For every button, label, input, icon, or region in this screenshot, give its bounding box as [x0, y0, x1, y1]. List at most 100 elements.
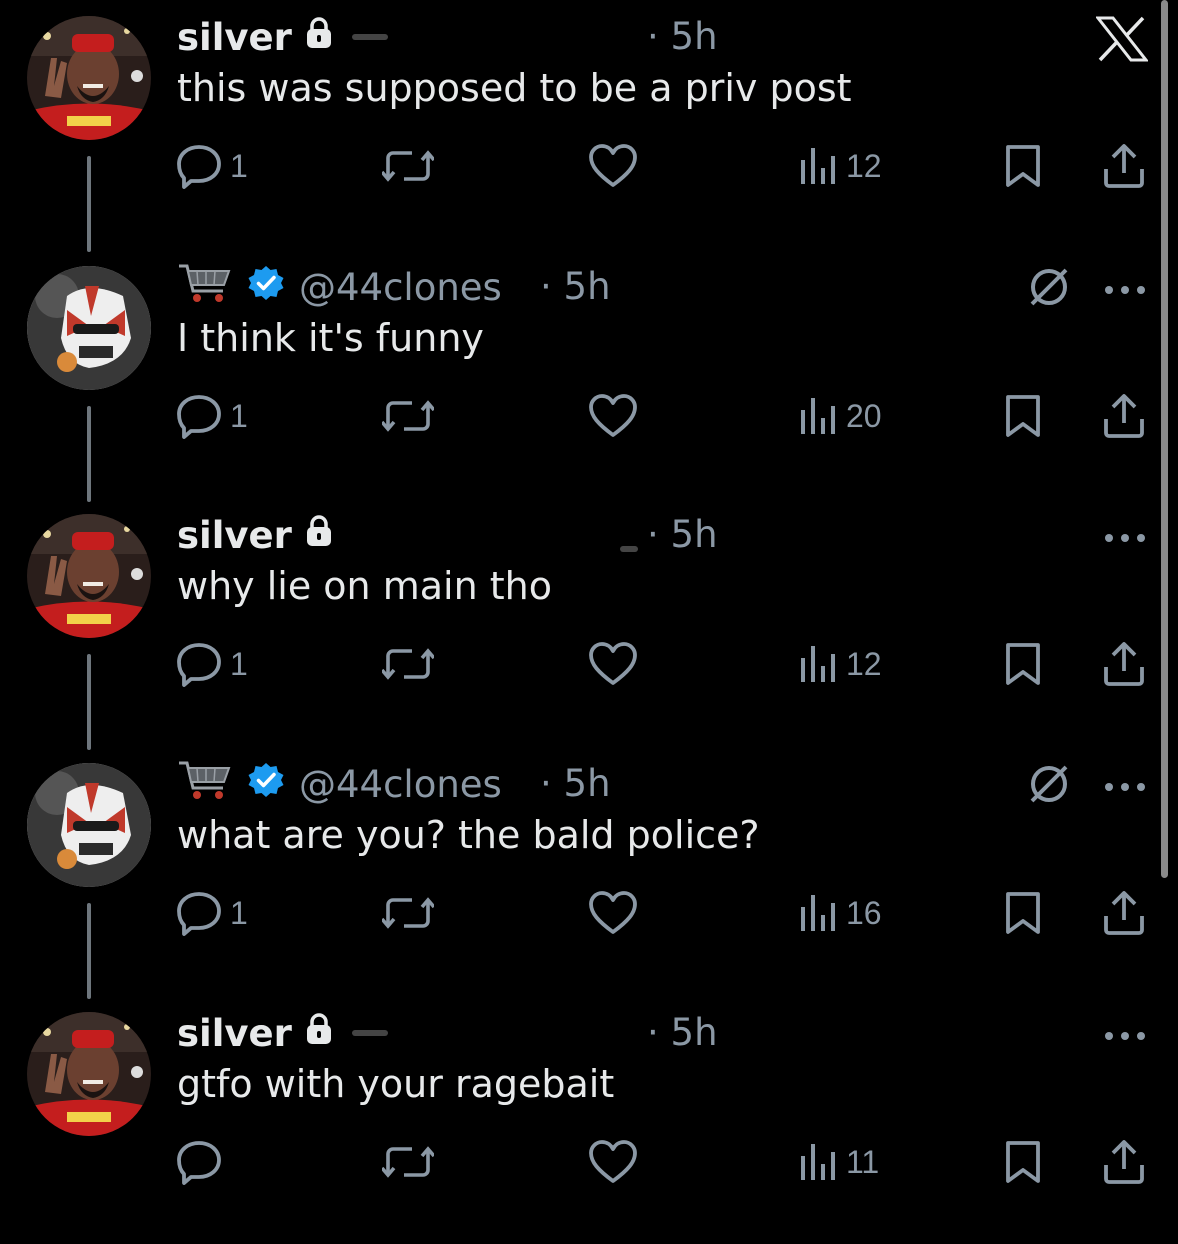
reply-count: 1 [230, 147, 248, 184]
lock-icon [304, 1012, 334, 1055]
views-button[interactable]: 11 [798, 1134, 879, 1190]
share-icon [1102, 143, 1146, 189]
share-button[interactable] [1102, 885, 1146, 941]
avatar[interactable] [27, 763, 151, 887]
shopping-cart-icon [177, 758, 233, 811]
avatar[interactable] [27, 16, 151, 140]
reply-tweet[interactable]: silver · 5h why lie on main tho 1 12 [0, 498, 1178, 750]
timestamp[interactable]: · 5h [647, 12, 718, 62]
share-icon [1102, 393, 1146, 439]
thread-connector [87, 903, 91, 999]
view-count: 20 [846, 397, 882, 434]
like-button[interactable] [588, 138, 638, 194]
share-button[interactable] [1102, 138, 1146, 194]
timestamp[interactable]: · 5h [647, 510, 718, 560]
retweet-icon [382, 146, 434, 186]
timestamp[interactable]: · 5h [540, 262, 611, 312]
hidden-reply-icon[interactable] [1026, 264, 1072, 314]
avatar[interactable] [27, 1012, 151, 1136]
like-icon [588, 394, 638, 438]
reply-button[interactable] [176, 1134, 230, 1190]
views-button[interactable]: 12 [798, 138, 882, 194]
reply-tweet[interactable]: silver · 5h this was supposed to be a priv… [0, 0, 1178, 252]
author-name[interactable]: silver [177, 16, 292, 59]
retweet-icon [382, 893, 434, 933]
bookmark-button[interactable] [1004, 636, 1042, 692]
views-button[interactable]: 16 [798, 885, 882, 941]
bookmark-button[interactable] [1004, 885, 1042, 941]
reply-button[interactable]: 1 [176, 636, 248, 692]
author-handle[interactable]: @44clones [299, 266, 502, 309]
avatar[interactable] [27, 266, 151, 390]
like-button[interactable] [588, 636, 638, 692]
more-options-icon[interactable] [1104, 280, 1146, 299]
views-icon [798, 893, 838, 933]
bookmark-button[interactable] [1004, 388, 1042, 444]
more-options-icon[interactable] [1104, 1026, 1146, 1045]
views-icon [798, 146, 838, 186]
more-options-icon[interactable] [1104, 528, 1146, 547]
author-name[interactable]: silver [177, 514, 292, 557]
view-count: 12 [846, 645, 882, 682]
reply-button[interactable]: 1 [176, 138, 248, 194]
reply-icon [176, 641, 222, 687]
thread-connector [87, 156, 91, 252]
retweet-icon [382, 644, 434, 684]
reply-count: 1 [230, 894, 248, 931]
like-button[interactable] [588, 388, 638, 444]
share-button[interactable] [1102, 1134, 1146, 1190]
lock-icon [304, 514, 334, 557]
like-icon [588, 1140, 638, 1184]
bookmark-button[interactable] [1004, 1134, 1042, 1190]
hidden-reply-icon[interactable] [1026, 761, 1072, 811]
timestamp[interactable]: · 5h [540, 759, 611, 809]
retweet-button[interactable] [382, 885, 434, 941]
action-bar: 11 [176, 1134, 1156, 1190]
more-options-icon[interactable] [1104, 777, 1146, 796]
author-handle[interactable]: @44clones [299, 763, 502, 806]
share-icon [1102, 890, 1146, 936]
views-button[interactable]: 12 [798, 636, 882, 692]
like-icon [588, 891, 638, 935]
shopping-cart-icon [177, 261, 233, 314]
action-bar: 1 12 [176, 636, 1156, 692]
retweet-button[interactable] [382, 138, 434, 194]
views-icon [798, 1142, 838, 1182]
tweet-header: @44clones [177, 759, 502, 809]
reply-count: 1 [230, 397, 248, 434]
share-button[interactable] [1102, 388, 1146, 444]
timestamp[interactable]: · 5h [647, 1008, 718, 1058]
views-button[interactable]: 20 [798, 388, 882, 444]
like-button[interactable] [588, 1134, 638, 1190]
like-icon [588, 144, 638, 188]
tweet-text: this was supposed to be a priv post [177, 66, 852, 110]
retweet-button[interactable] [382, 388, 434, 444]
views-icon [798, 644, 838, 684]
scrollbar[interactable] [1161, 0, 1168, 878]
reply-icon [176, 1139, 222, 1185]
reply-tweet[interactable]: silver · 5h gtfo with your ragebait 11 [0, 996, 1178, 1244]
retweet-button[interactable] [382, 636, 434, 692]
bookmark-icon [1004, 394, 1042, 438]
bookmark-icon [1004, 891, 1042, 935]
reply-tweet[interactable]: @44clones · 5h what are you? the bald poli… [0, 747, 1178, 999]
x-logo-icon[interactable] [1094, 16, 1150, 66]
reply-icon [176, 143, 222, 189]
tweet-header: silver [177, 1008, 346, 1058]
like-button[interactable] [588, 885, 638, 941]
reply-button[interactable]: 1 [176, 388, 248, 444]
share-button[interactable] [1102, 636, 1146, 692]
retweet-icon [382, 396, 434, 436]
reply-button[interactable]: 1 [176, 885, 248, 941]
avatar[interactable] [27, 514, 151, 638]
tweet-header: silver [177, 510, 346, 560]
retweet-icon [382, 1142, 434, 1182]
retweet-button[interactable] [382, 1134, 434, 1190]
action-bar: 1 16 [176, 885, 1156, 941]
like-icon [588, 642, 638, 686]
bookmark-button[interactable] [1004, 138, 1042, 194]
verified-badge-icon [247, 761, 285, 808]
reply-tweet[interactable]: @44clones · 5h I think it's funny 1 20 [0, 250, 1178, 502]
reply-count: 1 [230, 645, 248, 682]
author-name[interactable]: silver [177, 1012, 292, 1055]
